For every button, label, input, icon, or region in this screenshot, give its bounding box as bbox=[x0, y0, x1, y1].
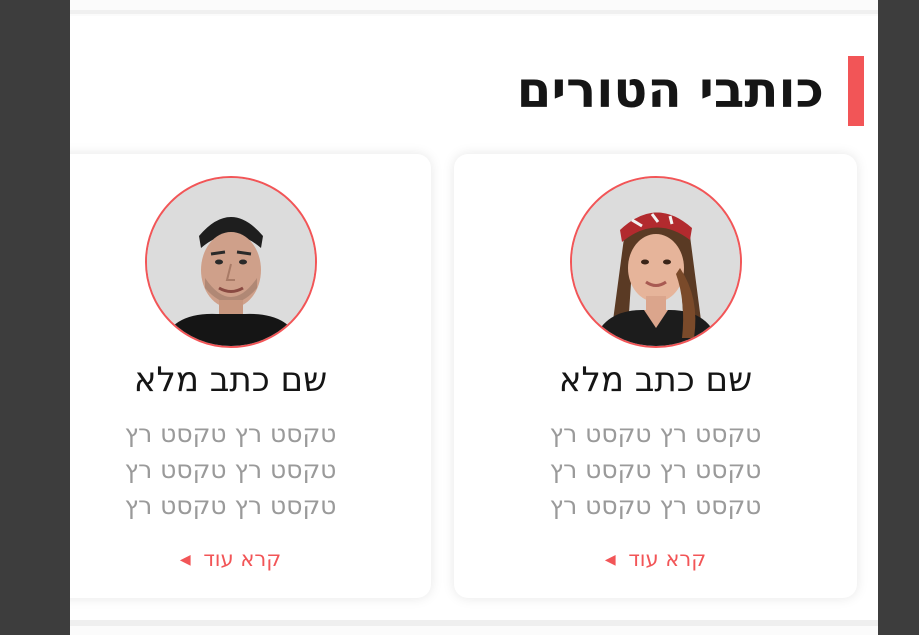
read-more-label[interactable]: קרא עוד bbox=[203, 547, 281, 571]
bottom-divider bbox=[70, 620, 878, 626]
columnists-section: כותבי הטורים שם כתב מלא טקסט רץ טקסט רץ … bbox=[70, 0, 878, 635]
avatar[interactable] bbox=[569, 176, 742, 348]
bio-line: טקסט רץ טקסט רץ bbox=[124, 455, 337, 484]
chevron-left-icon: ◀ bbox=[179, 552, 191, 568]
title-accent-bar bbox=[848, 56, 864, 126]
chevron-left-icon: ◀ bbox=[604, 552, 616, 568]
avatar[interactable] bbox=[144, 176, 317, 348]
read-more-label[interactable]: קרא עוד bbox=[628, 547, 706, 571]
columnist-name[interactable]: שם כתב מלא bbox=[70, 358, 431, 402]
top-divider bbox=[70, 10, 878, 14]
columnist-bio: טקסט רץ טקסט רץ טקסט רץ טקסט רץ טקסט רץ … bbox=[454, 416, 857, 524]
read-more-link[interactable]: קרא עוד ◀ bbox=[454, 544, 857, 575]
columnist-card[interactable]: שם כתב מלא טקסט רץ טקסט רץ טקסט רץ טקסט … bbox=[454, 154, 857, 598]
columnist-name[interactable]: שם כתב מלא bbox=[454, 358, 857, 402]
bio-line: טקסט רץ טקסט רץ bbox=[124, 419, 337, 448]
bio-line: טקסט רץ טקסט רץ bbox=[124, 491, 337, 520]
bio-line: טקסט רץ טקסט רץ bbox=[549, 455, 762, 484]
read-more-link[interactable]: קרא עוד ◀ bbox=[70, 544, 431, 575]
bio-line: טקסט רץ טקסט רץ bbox=[549, 419, 762, 448]
bio-line: טקסט רץ טקסט רץ bbox=[549, 491, 762, 520]
columnist-bio: טקסט רץ טקסט רץ טקסט רץ טקסט רץ טקסט רץ … bbox=[70, 416, 431, 524]
columnist-card[interactable]: שם כתב מלא טקסט רץ טקסט רץ טקסט רץ טקסט … bbox=[70, 154, 431, 598]
section-title: כותבי הטורים bbox=[516, 61, 824, 119]
